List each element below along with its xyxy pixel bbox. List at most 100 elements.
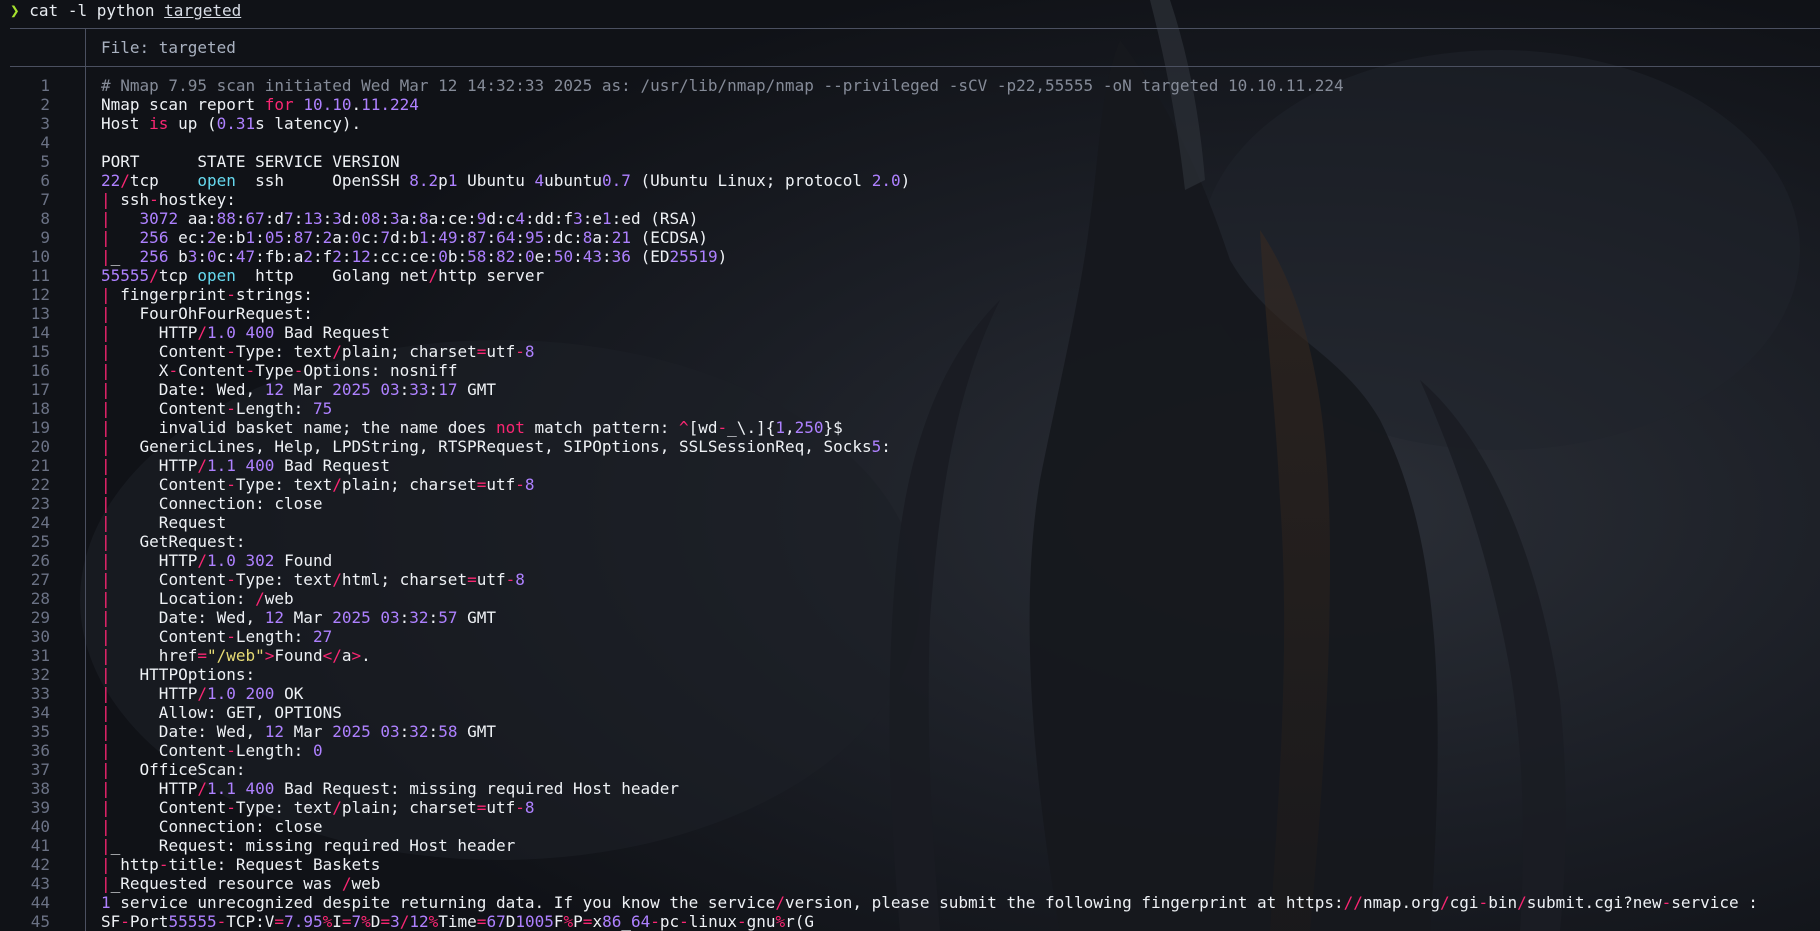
code-line: 42 | http-title: Request Baskets bbox=[0, 855, 1820, 874]
command-argument[interactable]: targeted bbox=[164, 1, 241, 20]
line-number: 33 bbox=[30, 684, 50, 703]
line-number: 1 bbox=[40, 76, 50, 95]
file-header: File: targeted bbox=[101, 38, 236, 57]
line-text: | HTTPOptions: bbox=[101, 665, 256, 684]
line-number: 8 bbox=[40, 209, 50, 228]
code-line: 2 Nmap scan report for 10.10.11.224 bbox=[0, 95, 1820, 114]
line-text: | HTTP/1.0 200 OK bbox=[101, 684, 304, 703]
code-line: 32 | HTTPOptions: bbox=[0, 665, 1820, 684]
line-text: | HTTP/1.1 400 Bad Request: missing requ… bbox=[101, 779, 680, 798]
line-number: 36 bbox=[30, 741, 50, 760]
line-text: | Allow: GET, OPTIONS bbox=[101, 703, 342, 722]
code-line: 7 | ssh-hostkey: bbox=[0, 190, 1820, 209]
line-number: 11 bbox=[30, 266, 50, 285]
line-text: 22/tcp open ssh OpenSSH 8.2p1 Ubuntu 4ub… bbox=[101, 171, 911, 190]
line-number: 15 bbox=[30, 342, 50, 361]
line-text: | Date: Wed, 12 Mar 2025 03:32:57 GMT bbox=[101, 608, 496, 627]
line-number: 34 bbox=[30, 703, 50, 722]
code-line: 33 | HTTP/1.0 200 OK bbox=[0, 684, 1820, 703]
header-bottom-divider bbox=[10, 66, 1820, 67]
line-text: | 3072 aa:88:67:d7:13:3d:08:3a:8a:ce:9d:… bbox=[101, 209, 699, 228]
line-text: | Connection: close bbox=[101, 494, 323, 513]
line-text: 1 service unrecognized despite returning… bbox=[101, 893, 1758, 912]
header-top-divider bbox=[10, 28, 1820, 29]
code-line: 14 | HTTP/1.0 400 Bad Request bbox=[0, 323, 1820, 342]
line-text: | OfficeScan: bbox=[101, 760, 246, 779]
code-line: 8 | 3072 aa:88:67:d7:13:3d:08:3a:8a:ce:9d… bbox=[0, 209, 1820, 228]
line-number: 43 bbox=[30, 874, 50, 893]
code-line: 25 | GetRequest: bbox=[0, 532, 1820, 551]
code-line: 28 | Location: /web bbox=[0, 589, 1820, 608]
line-number: 26 bbox=[30, 551, 50, 570]
code-line: 4 bbox=[0, 133, 1820, 152]
line-text: | GenericLines, Help, LPDString, RTSPReq… bbox=[101, 437, 891, 456]
code-line: 21 | HTTP/1.1 400 Bad Request bbox=[0, 456, 1820, 475]
line-number: 17 bbox=[30, 380, 50, 399]
line-text: | Content-Type: text/html; charset=utf-8 bbox=[101, 570, 525, 589]
code-line: 13 | FourOhFourRequest: bbox=[0, 304, 1820, 323]
code-line: 43 |_Requested resource was /web bbox=[0, 874, 1820, 893]
line-number: 16 bbox=[30, 361, 50, 380]
line-number: 9 bbox=[40, 228, 50, 247]
line-text: | GetRequest: bbox=[101, 532, 246, 551]
code-line: 6 22/tcp open ssh OpenSSH 8.2p1 Ubuntu 4u… bbox=[0, 171, 1820, 190]
line-text: | ssh-hostkey: bbox=[101, 190, 236, 209]
line-number: 10 bbox=[30, 247, 50, 266]
shell-prompt[interactable]: ❯ cat -l python targeted bbox=[10, 0, 241, 22]
line-text: | invalid basket name; the name does not… bbox=[101, 418, 843, 437]
code-line: 17 | Date: Wed, 12 Mar 2025 03:33:17 GMT bbox=[0, 380, 1820, 399]
line-number: 23 bbox=[30, 494, 50, 513]
line-number: 45 bbox=[30, 912, 50, 931]
line-number: 19 bbox=[30, 418, 50, 437]
code-line: 24 | Request bbox=[0, 513, 1820, 532]
line-number: 29 bbox=[30, 608, 50, 627]
line-text: | HTTP/1.0 400 Bad Request bbox=[101, 323, 391, 342]
prompt-chevron-icon: ❯ bbox=[10, 1, 20, 20]
code-line: 40 | Connection: close bbox=[0, 817, 1820, 836]
line-text: | Date: Wed, 12 Mar 2025 03:32:58 GMT bbox=[101, 722, 496, 741]
line-number: 18 bbox=[30, 399, 50, 418]
line-text: | Location: /web bbox=[101, 589, 294, 608]
code-line: 3 Host is up (0.31s latency). bbox=[0, 114, 1820, 133]
line-number: 38 bbox=[30, 779, 50, 798]
line-number: 39 bbox=[30, 798, 50, 817]
code-line: 10 |_ 256 b3:0c:47:fb:a2:f2:12:cc:ce:0b:5… bbox=[0, 247, 1820, 266]
code-line: 44 1 service unrecognized despite returni… bbox=[0, 893, 1820, 912]
code-line: 29 | Date: Wed, 12 Mar 2025 03:32:57 GMT bbox=[0, 608, 1820, 627]
code-line: 11 55555/tcp open http Golang net/http se… bbox=[0, 266, 1820, 285]
line-text: | FourOhFourRequest: bbox=[101, 304, 313, 323]
code-line: 15 | Content-Type: text/plain; charset=ut… bbox=[0, 342, 1820, 361]
line-text: 55555/tcp open http Golang net/http serv… bbox=[101, 266, 545, 285]
line-text: Nmap scan report for 10.10.11.224 bbox=[101, 95, 419, 114]
line-number: 31 bbox=[30, 646, 50, 665]
line-text: | Content-Type: text/plain; charset=utf-… bbox=[101, 342, 535, 361]
code-line: 1 # Nmap 7.95 scan initiated Wed Mar 12 1… bbox=[0, 76, 1820, 95]
line-text: | X-Content-Type-Options: nosniff bbox=[101, 361, 458, 380]
code-line: 5 PORT STATE SERVICE VERSION bbox=[0, 152, 1820, 171]
line-number: 37 bbox=[30, 760, 50, 779]
line-number: 42 bbox=[30, 855, 50, 874]
line-text: PORT STATE SERVICE VERSION bbox=[101, 152, 400, 171]
code-line: 39 | Content-Type: text/plain; charset=ut… bbox=[0, 798, 1820, 817]
code-line: 23 | Connection: close bbox=[0, 494, 1820, 513]
line-text: # Nmap 7.95 scan initiated Wed Mar 12 14… bbox=[101, 76, 1344, 95]
code-line: 19 | invalid basket name; the name does n… bbox=[0, 418, 1820, 437]
line-text: | Content-Type: text/plain; charset=utf-… bbox=[101, 798, 535, 817]
command-flag: -l bbox=[67, 1, 88, 20]
code-line: 30 | Content-Length: 27 bbox=[0, 627, 1820, 646]
line-text: | 256 ec:2e:b1:05:87:2a:0c:7d:b1:49:87:6… bbox=[101, 228, 709, 247]
line-number: 3 bbox=[40, 114, 50, 133]
command-name: cat bbox=[29, 1, 59, 20]
line-text: | href="/web">Found</a>. bbox=[101, 646, 371, 665]
terminal[interactable]: ❯ cat -l python targeted File: targeted … bbox=[0, 0, 1820, 931]
code-line: 22 | Content-Type: text/plain; charset=ut… bbox=[0, 475, 1820, 494]
code-line: 36 | Content-Length: 0 bbox=[0, 741, 1820, 760]
command-lang: python bbox=[96, 1, 155, 20]
code-line: 27 | Content-Type: text/html; charset=utf… bbox=[0, 570, 1820, 589]
line-number: 20 bbox=[30, 437, 50, 456]
code-line: 45 SF-Port55555-TCP:V=7.95%I=7%D=3/12%Tim… bbox=[0, 912, 1820, 931]
line-text: | Connection: close bbox=[101, 817, 323, 836]
line-text: | fingerprint-strings: bbox=[101, 285, 313, 304]
line-number: 25 bbox=[30, 532, 50, 551]
line-number: 28 bbox=[30, 589, 50, 608]
